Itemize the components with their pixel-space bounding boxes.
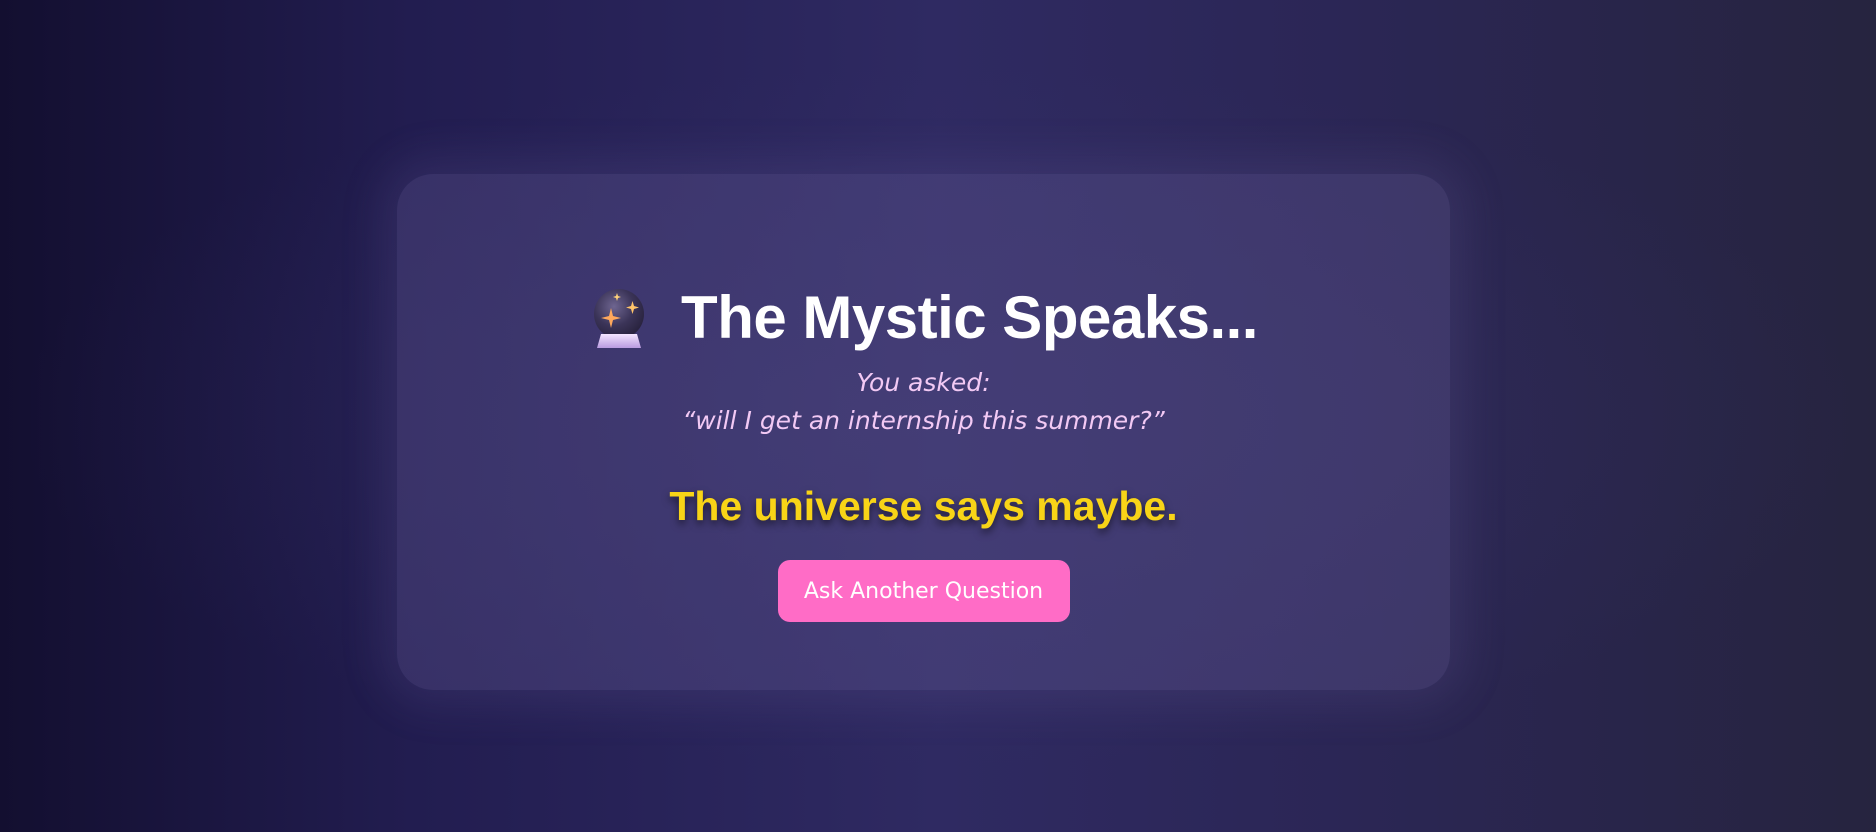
question-text: “will I get an internship this summer?” — [682, 406, 1165, 435]
question-prefix: You asked: — [856, 368, 991, 397]
question-block: You asked: “will I get an internship thi… — [682, 364, 1164, 440]
mystic-card: The Mystic Speaks... You asked: “will I … — [397, 174, 1450, 690]
ask-another-question-button[interactable]: Ask Another Question — [777, 560, 1070, 622]
page-title: The Mystic Speaks... — [681, 284, 1258, 351]
crystal-ball-icon — [589, 286, 649, 350]
answer-text: The universe says maybe. — [669, 483, 1178, 529]
title-row: The Mystic Speaks... — [589, 286, 1258, 350]
